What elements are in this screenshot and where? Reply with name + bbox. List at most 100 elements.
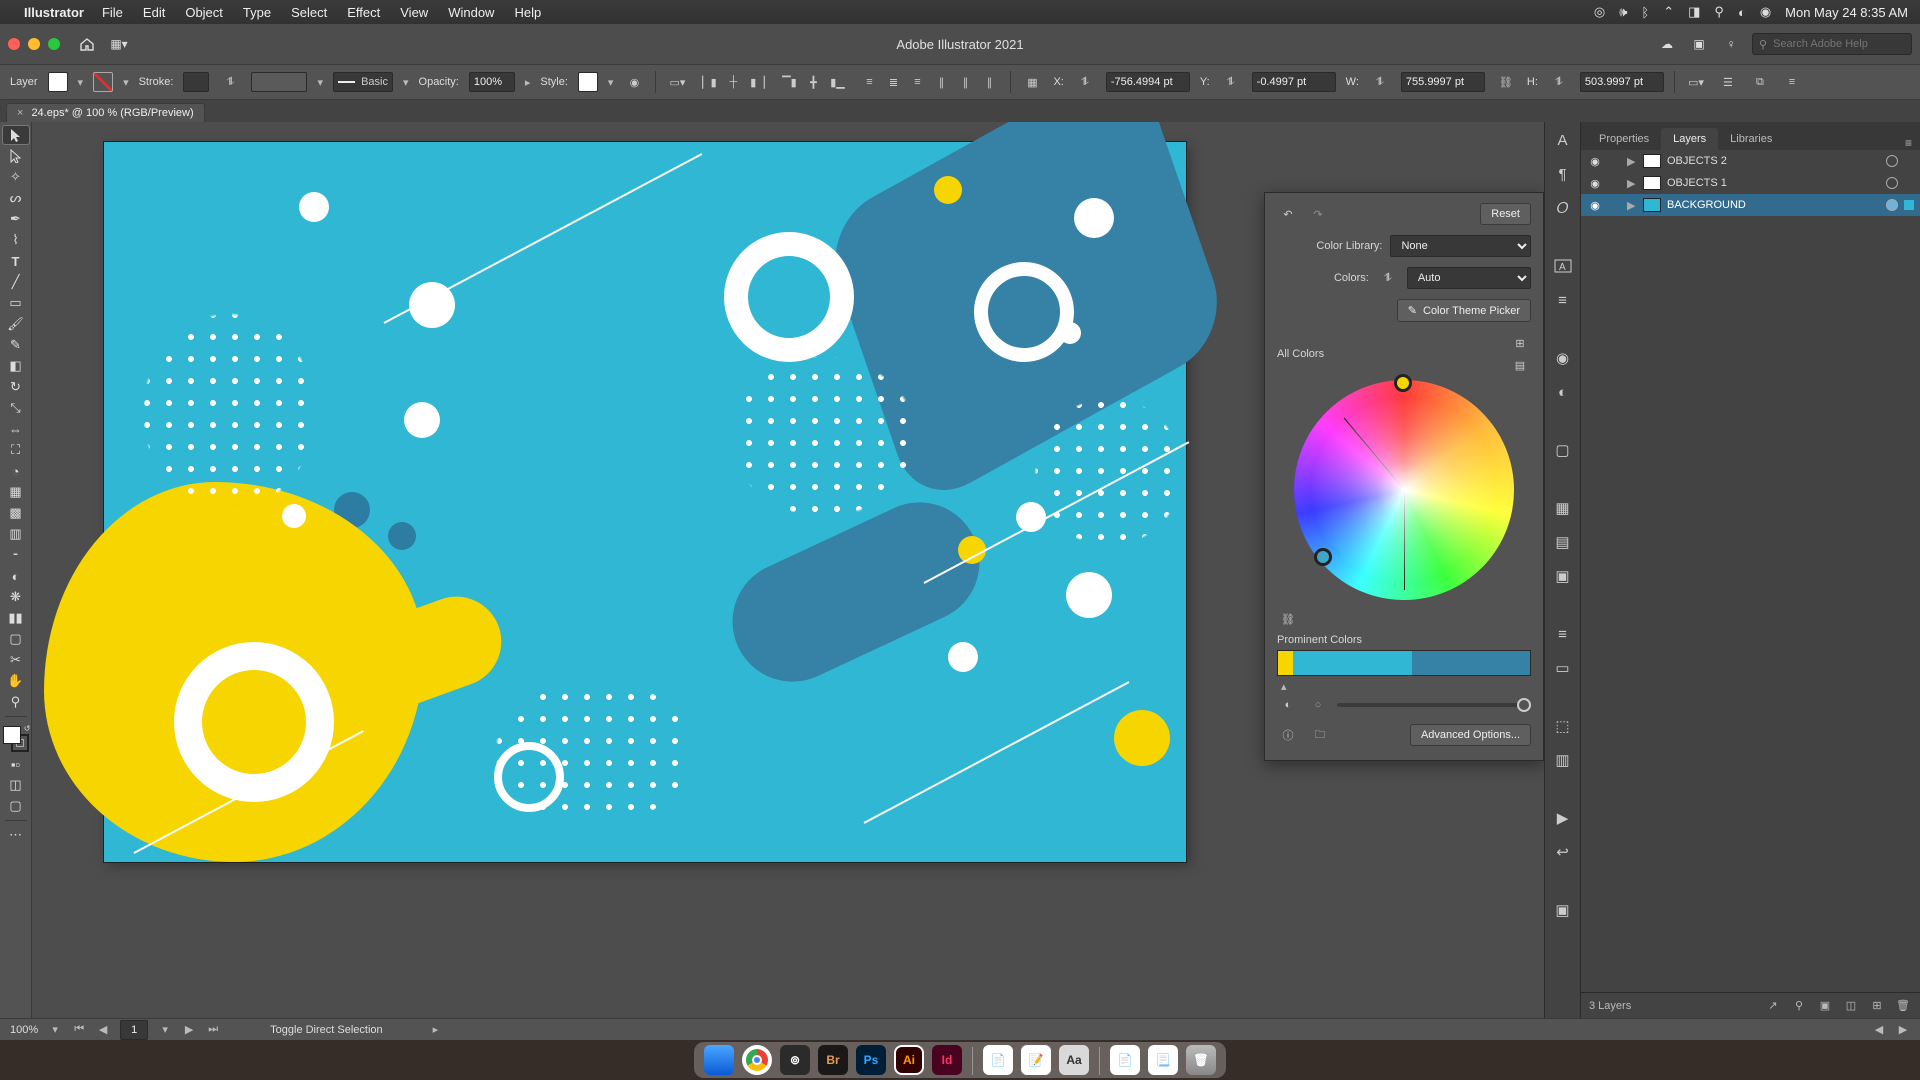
edit-contents-icon[interactable]: ≡	[1781, 71, 1803, 93]
save-group-icon[interactable]: 🗀	[1309, 724, 1331, 746]
gradient-tool[interactable]: ▥	[3, 525, 29, 543]
clip-icon[interactable]: ⧉	[1749, 71, 1771, 93]
vwp-dropdown-icon[interactable]: ▾	[317, 76, 323, 89]
tray-spotlight-icon[interactable]: ⚲	[1714, 4, 1724, 20]
locate-layer-icon[interactable]: ⚲	[1790, 997, 1808, 1015]
character-panel-icon[interactable]: A	[1551, 128, 1575, 152]
menubar-datetime[interactable]: Mon May 24 8:35 AM	[1785, 5, 1908, 20]
dock-app-fontbook[interactable]: Aa	[1059, 1045, 1089, 1075]
graph-tool[interactable]: ▮▮	[3, 609, 29, 627]
menu-type[interactable]: Type	[243, 5, 271, 20]
h-input[interactable]	[1580, 72, 1664, 92]
prominent-caret-icon[interactable]: ▴	[1281, 680, 1287, 693]
help-search-input[interactable]	[1773, 38, 1893, 50]
blend-tool[interactable]: ◐	[3, 567, 29, 585]
dock-app-finder[interactable]	[704, 1045, 734, 1075]
dock-app-photoshop[interactable]: Ps	[856, 1045, 886, 1075]
menu-window[interactable]: Window	[448, 5, 494, 20]
links-panel-icon[interactable]: ⬚	[1551, 714, 1575, 738]
close-window-button[interactable]	[8, 38, 20, 50]
list-view-icon[interactable]: ▤	[1509, 354, 1531, 376]
artboard-tool[interactable]: ▢	[3, 630, 29, 648]
distribute-hcenter-icon[interactable]: ∥	[954, 71, 976, 93]
zoom-tool[interactable]: ⚲	[3, 693, 29, 711]
delete-layer-icon[interactable]: 🗑	[1894, 997, 1912, 1015]
help-search[interactable]: ⚲	[1752, 33, 1912, 55]
layer-row-selected[interactable]: ◉ ▶ BACKGROUND	[1581, 194, 1920, 216]
align-bottom-icon[interactable]: ▮▁	[826, 71, 848, 93]
color-theme-picker-button[interactable]: ✎ Color Theme Picker	[1397, 299, 1531, 322]
brightness-slider[interactable]	[1337, 703, 1531, 707]
prominent-swatch-blue[interactable]	[1412, 651, 1530, 675]
para-styles-panel-icon[interactable]: ≡	[1551, 288, 1575, 312]
char-styles-panel-icon[interactable]: A	[1551, 254, 1575, 278]
link-colors-icon[interactable]: ⛓	[1277, 608, 1299, 630]
pen-tool[interactable]: ✒	[3, 210, 29, 228]
colors-stepper[interactable]: ⥮	[1377, 267, 1399, 289]
dock-app-indesign[interactable]: Id	[932, 1045, 962, 1075]
dock-doc-2[interactable]: 📃	[1148, 1045, 1178, 1075]
opentype-panel-icon[interactable]: 𝑂	[1551, 196, 1575, 220]
brushes-panel-icon[interactable]: ▭	[1551, 656, 1575, 680]
paragraph-panel-icon[interactable]: ¶	[1551, 162, 1575, 186]
symbol-sprayer-tool[interactable]: ❋	[3, 588, 29, 606]
target-icon[interactable]	[1886, 155, 1898, 167]
color-panel-icon[interactable]: ▦	[1551, 496, 1575, 520]
scroll-left-icon[interactable]: ◀	[1872, 1023, 1886, 1036]
recolor-undo-icon[interactable]: ↶	[1277, 203, 1299, 225]
dock-app-bridge[interactable]: Br	[818, 1045, 848, 1075]
history-panel-icon[interactable]: ↩	[1551, 840, 1575, 864]
target-icon[interactable]	[1886, 177, 1898, 189]
x-stepper[interactable]: ⥮	[1074, 71, 1096, 93]
free-transform-tool[interactable]: ⛶	[3, 441, 29, 459]
slice-tool[interactable]: ✂	[3, 651, 29, 669]
fill-swatch[interactable]	[48, 72, 68, 92]
menu-file[interactable]: File	[102, 5, 123, 20]
align-left-icon[interactable]: ▏▮	[698, 71, 720, 93]
brush-dropdown-icon[interactable]: ▾	[403, 76, 409, 89]
rectangle-tool[interactable]: ▭	[3, 294, 29, 312]
tab-libraries[interactable]: Libraries	[1718, 128, 1784, 150]
gpu-icon[interactable]: ♀	[1720, 33, 1742, 55]
selection-square-icon[interactable]	[1904, 200, 1914, 210]
wheel-view-icon[interactable]: ⊞	[1509, 332, 1531, 354]
image-trace-panel-icon[interactable]: ▢	[1551, 438, 1575, 462]
tab-properties[interactable]: Properties	[1587, 128, 1661, 150]
y-input[interactable]	[1252, 72, 1336, 92]
tray-sound-icon[interactable]: 🕪	[1619, 4, 1627, 20]
visibility-icon[interactable]: ◉	[1587, 155, 1603, 168]
magic-wand-tool[interactable]: ✧	[3, 168, 29, 186]
dock-doc-1[interactable]: 📄	[1110, 1045, 1140, 1075]
dock-trash[interactable]: 🗑	[1186, 1045, 1216, 1075]
graphic-style-swatch[interactable]	[578, 72, 598, 92]
hand-tool[interactable]: ✋	[3, 672, 29, 690]
variable-width-profile[interactable]	[251, 72, 307, 92]
distribute-left-icon[interactable]: ∥	[930, 71, 952, 93]
menu-select[interactable]: Select	[291, 5, 327, 20]
artboard-dropdown-icon[interactable]: ▾	[158, 1023, 172, 1036]
prominent-colors-bar[interactable]	[1277, 650, 1531, 676]
direct-selection-tool[interactable]	[3, 147, 29, 165]
color-library-select[interactable]: None	[1390, 235, 1531, 257]
first-artboard-icon[interactable]: ⏮	[72, 1023, 86, 1036]
distribute-bottom-icon[interactable]: ≡	[906, 71, 928, 93]
disclosure-icon[interactable]: ▶	[1627, 199, 1637, 212]
stroke-panel-icon[interactable]: ≡	[1551, 622, 1575, 646]
scroll-right-icon[interactable]: ▶	[1896, 1023, 1910, 1036]
color-mode-row[interactable]: ▪▫	[3, 755, 29, 773]
recolor-artwork-icon[interactable]: ◉	[623, 71, 645, 93]
new-sublayer-icon[interactable]: ◫	[1842, 997, 1860, 1015]
transform-ref-point[interactable]: ▦	[1021, 71, 1043, 93]
w-stepper[interactable]: ⥮	[1369, 71, 1391, 93]
artboard-number-input[interactable]	[120, 1020, 148, 1040]
lasso-tool[interactable]: ᔕ	[3, 189, 29, 207]
selection-tool[interactable]	[3, 126, 29, 144]
line-tool[interactable]: ╱	[3, 273, 29, 291]
tab-layers[interactable]: Layers	[1661, 128, 1718, 150]
wheel-marker-yellow[interactable]	[1394, 374, 1412, 392]
dock-app-textedit[interactable]: 📄	[983, 1045, 1013, 1075]
next-artboard-icon[interactable]: ▶	[182, 1023, 196, 1036]
style-dropdown-icon[interactable]: ▾	[608, 76, 614, 89]
menu-effect[interactable]: Effect	[347, 5, 380, 20]
tray-bluetooth-icon[interactable]: ᛒ	[1641, 5, 1649, 20]
